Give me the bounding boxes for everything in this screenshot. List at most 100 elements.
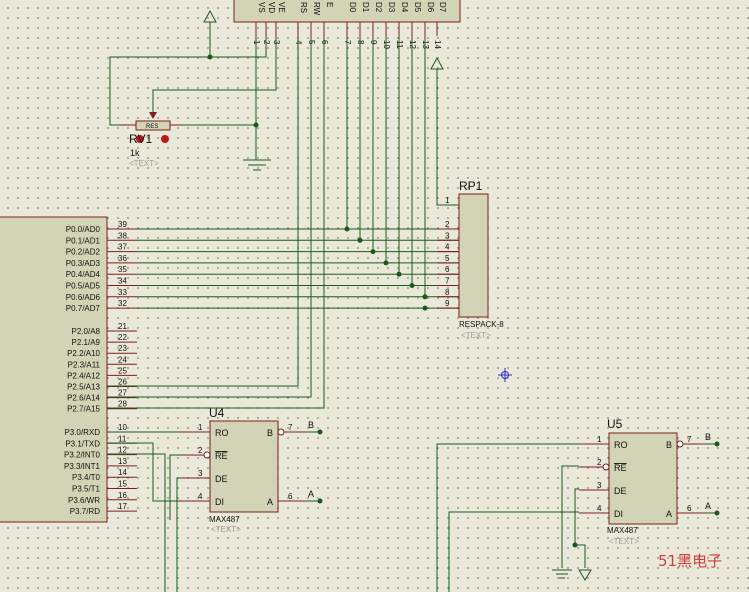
lcd-pin-label: VS [257,2,266,13]
mcu-pin-label: P3.1/TXD [65,439,100,448]
rp1-pin-number: 9 [445,299,450,308]
u4-pin-label: A [267,497,273,507]
pot-text-placeholder: <TEXT> [129,159,159,168]
rp1-pin-number: 5 [445,254,450,263]
ground-terminal-u5[interactable] [552,569,572,579]
junction-dot [357,237,363,243]
lcd-pin-label: D6 [426,2,435,13]
power-arrow-icon [430,56,444,70]
u5-pin-label: DE [614,486,627,496]
junction-dot [253,122,259,128]
mcu-pin-number: 12 [118,446,127,455]
mcu-pin-number: 32 [118,299,127,308]
lcd-pin-label: E [325,2,334,7]
terminal-dot[interactable] [317,498,323,504]
mcu-pin-number: 26 [118,378,127,387]
vcc-terminal-top-left[interactable] [203,9,217,57]
junction-dot [396,271,402,277]
junction-dot [370,249,376,255]
mcu-pin-number: 39 [118,220,127,229]
mcu-pin-label: P3.3/INT1 [64,462,101,471]
resistor-pack-rp1[interactable]: RP1 RESPACK-8 <TEXT> 1 2 3 4 5 6 7 8 9 [436,69,504,340]
lcd-pin-label: D5 [413,2,422,13]
power-arrow-icon [203,9,217,23]
junction-dot [409,283,415,288]
potentiometer-rv1[interactable]: RES RV1 1k <TEXT> [120,112,180,168]
mcu-pin-number: 37 [118,243,127,252]
u4-pin-label: B [267,428,273,438]
inverter-bubble-icon [203,451,211,459]
mcu-pin-number: 21 [118,322,127,331]
lcd-pins: VS1VD2VE3RS4RW5E6D07D18D29D310D411D512D6… [252,2,447,49]
terminal-dot[interactable] [714,441,720,447]
mcu-pin-label: P2.6/A14 [67,394,100,403]
rp1-body[interactable] [458,193,489,318]
u5-pin-label: DI [614,509,623,519]
u4-part: MAX487 [209,515,240,524]
lcd-pin-label: D3 [387,2,396,13]
rp1-text-placeholder: <TEXT> [461,331,491,340]
mcu-pin-number: 36 [118,254,127,263]
lcd-pin-label: D7 [438,2,447,13]
mcu-pin-number: 35 [118,265,127,274]
mcu-pin-number: 28 [118,400,127,409]
terminal-dot[interactable] [714,510,720,516]
mcu-pin-number: 16 [118,491,127,500]
rp1-pin-number: 8 [445,288,450,297]
schematic-canvas[interactable]: VS1VD2VE3RS4RW5E6D07D18D29D310D411D512D6… [0,0,749,592]
u5-pin-number: 1 [597,435,602,444]
rp1-common-wire [436,69,459,206]
wiper-arrow-icon [149,112,157,119]
u4-ref: U4 [209,406,225,420]
u5-pin-number: 6 [687,504,692,513]
mcu-pin-number: 24 [118,355,127,364]
port2-control-wires [107,36,325,409]
ground-terminal-lcd[interactable] [243,159,271,171]
crosshair-cursor-icon [498,368,512,382]
u5-text-placeholder: <TEXT> [609,537,639,546]
u5-pin-number: 2 [597,458,602,467]
mcu-pin-number: 22 [118,333,127,342]
mcu-pin-number: 13 [118,457,127,466]
transceiver-u5[interactable]: U5 MAX487 <TEXT> 1 RO 2 RE 3 DE 4 DI B 7 B A 6 A [579,417,720,546]
mcu-pin-number: 25 [118,366,127,375]
u5-pin-number: 7 [687,435,692,444]
u4-pin-label: RE [215,451,228,461]
u4-pin-number: 3 [198,469,203,478]
vcc-terminal-right[interactable] [430,56,444,70]
transceiver-u4[interactable]: U4 MAX487 <TEXT> 1 RO 2 RE 3 DE 4 DI B 7 B A 6 A [180,406,323,534]
u4-net-label: A [308,489,314,499]
mcu-pin-label: P3.0/RXD [64,428,100,437]
terminal-dot[interactable] [317,429,323,435]
u4-pin-label: DI [215,497,224,507]
mcu-pin-number: 10 [118,423,127,432]
mcu-pin-number: 33 [118,288,127,297]
rp1-pin-number: 6 [445,265,450,274]
u5-net-label: A [705,501,711,511]
u4-pin-label: DE [215,474,228,484]
rp1-part: RESPACK-8 [459,320,504,329]
u5-pin-label: B [666,440,672,450]
mcu-pin-label: P0.7/AD7 [66,304,101,313]
mcu-pin-number: 17 [118,502,127,511]
mcu-pin-number: 27 [118,389,127,398]
lcd-pin-label: RW [312,2,321,16]
mcu-pin-label: P3.4/T0 [72,473,101,482]
pot-terminal-right[interactable] [161,135,169,143]
mcu-pin-number: 11 [118,434,127,443]
u5-part: MAX487 [607,526,638,535]
mcu-pin-label: P3.5/T1 [72,485,101,494]
inverter-bubble-icon [277,428,285,436]
lcd-pin-label: D4 [400,2,409,13]
mcu-pin-label: P2.1/A9 [72,338,101,347]
lcd-pin-label: RS [299,2,308,13]
power-arrow-icon [578,569,592,581]
pot-body-label: RES [146,124,158,130]
junction-dot [207,54,213,60]
rp1-pin-number: 4 [445,243,450,252]
mcu-8051[interactable]: P0.0/AD0 39 P0.1/AD1 38 P0.2/AD2 37 P0.3/AD3 36… [0,216,137,523]
u5-pin-label: RO [614,440,628,450]
vcc-terminal-u5[interactable] [578,569,592,581]
u5-ref: U5 [607,417,623,431]
u4-pin-number: 4 [198,492,203,501]
